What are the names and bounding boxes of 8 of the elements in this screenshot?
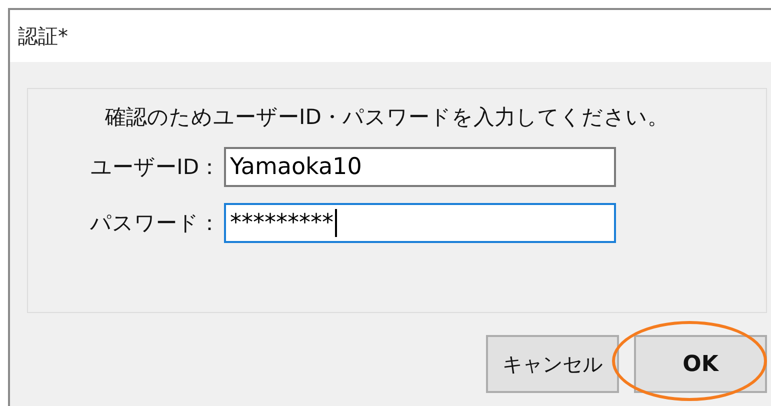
instruction-text: 確認のためユーザーID・パスワードを入力してください。 bbox=[105, 104, 670, 131]
field-label: ユーザーID： bbox=[90, 154, 221, 181]
ok-button[interactable]: OK bbox=[634, 335, 767, 393]
window-title: 認証* bbox=[18, 22, 68, 50]
input-field[interactable]: ********* bbox=[224, 203, 616, 243]
field-label: パスワード： bbox=[89, 210, 221, 237]
input-field[interactable]: Yamaoka10 bbox=[224, 147, 616, 187]
cancel-button[interactable]: キャンセル bbox=[486, 335, 619, 393]
